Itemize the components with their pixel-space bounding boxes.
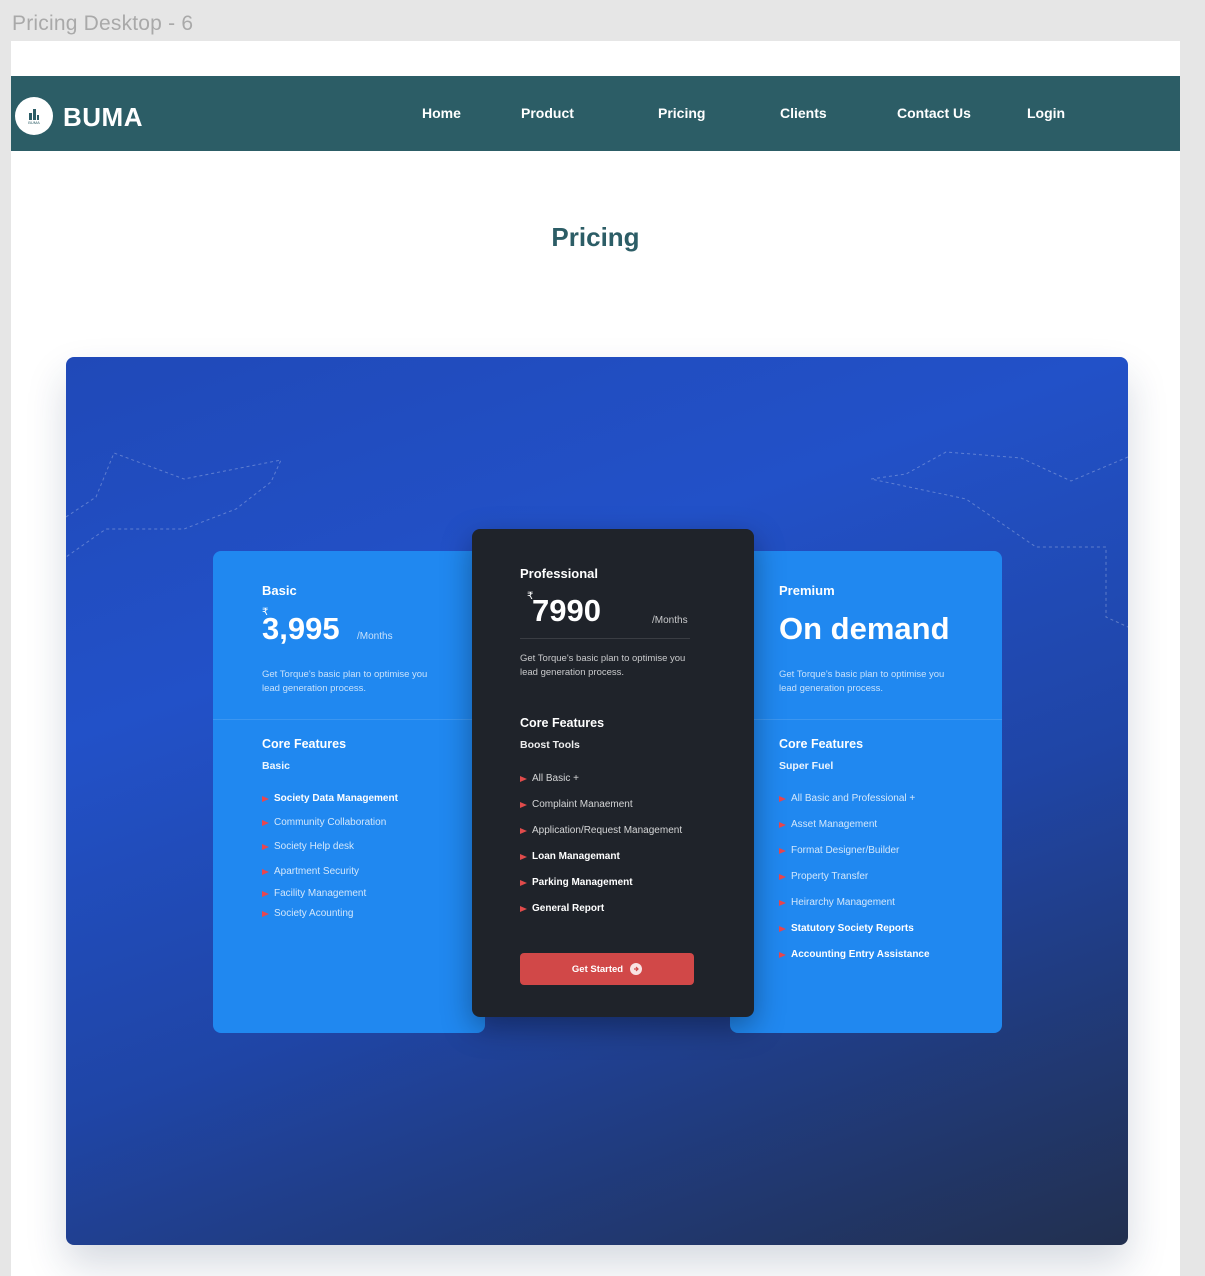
feature-item: All Basic and Professional + [779, 793, 915, 804]
arrow-right-icon [779, 925, 786, 932]
plan-description: Get Torque's basic plan to optimise you … [779, 669, 945, 694]
arrow-right-icon [779, 795, 786, 802]
arrow-right-icon [262, 819, 269, 826]
section-heading: Core Features [262, 737, 347, 751]
feature-item: Parking Management [520, 877, 633, 888]
feature-item: Accounting Entry Assistance [779, 949, 930, 960]
card-divider [730, 719, 1002, 720]
artboard-label: Pricing Desktop - 6 [12, 12, 194, 35]
nav-product[interactable]: Product [521, 105, 574, 121]
nav-login[interactable]: Login [1027, 105, 1065, 121]
artboard: BUMA BUMA Home Product Pricing Clients C… [11, 41, 1180, 1276]
feature-item: Society Help desk [262, 841, 354, 852]
section-heading: Core Features [779, 737, 864, 751]
plan-card-professional: Professional ₹ 7990 /Months Get Torque's… [472, 529, 754, 1017]
pricing-panel: Basic ₹ 3,995 /Months Get Torque's basic… [66, 357, 1128, 1245]
plan-name: Basic [262, 583, 297, 598]
section-subheading: Basic [262, 760, 291, 772]
plan-description: Get Torque's basic plan to optimise you … [520, 653, 686, 678]
feature-item: Complaint Manaement [520, 799, 633, 810]
arrow-right-icon [520, 827, 527, 834]
brand-name[interactable]: BUMA [63, 102, 143, 133]
nav-pricing[interactable]: Pricing [658, 105, 705, 121]
feature-item: Apartment Security [262, 866, 359, 877]
arrow-right-icon [520, 775, 527, 782]
plan-price: 7990 [532, 593, 601, 628]
arrow-right-icon [779, 821, 786, 828]
arrow-right-icon [262, 890, 269, 897]
arrow-right-icon [262, 795, 269, 802]
section-heading: Core Features [520, 716, 605, 730]
plan-name: Premium [779, 583, 835, 598]
feature-item: All Basic + [520, 773, 579, 784]
price-period: /Months [652, 615, 688, 626]
page-title: Pricing [551, 222, 640, 252]
plan-price: 3,995 [262, 611, 340, 646]
arrow-right-icon [779, 951, 786, 958]
arrow-right-icon [779, 873, 786, 880]
feature-item: Heirarchy Management [779, 897, 895, 908]
arrow-right-icon [779, 899, 786, 906]
feature-item: Property Transfer [779, 871, 868, 882]
card-divider [213, 719, 485, 720]
get-started-button[interactable]: Get Started [520, 953, 694, 985]
nav-clients[interactable]: Clients [780, 105, 827, 121]
feature-item: Facility Management [262, 888, 366, 899]
feature-item: Format Designer/Builder [779, 845, 899, 856]
arrow-right-icon [262, 910, 269, 917]
price-divider [520, 638, 690, 639]
plan-card-premium: Premium On demand Get Torque's basic pla… [730, 551, 1002, 1033]
logo[interactable]: BUMA [15, 97, 53, 135]
arrow-right-icon [779, 847, 786, 854]
logo-tiny-text: BUMA [28, 119, 40, 125]
nav-home[interactable]: Home [422, 105, 461, 121]
section-subheading: Boost Tools [520, 739, 580, 751]
arrow-circle-icon [630, 963, 643, 975]
feature-item: Community Collaboration [262, 817, 386, 828]
feature-item: Application/Request Management [520, 825, 682, 836]
plan-price: On demand [779, 611, 950, 646]
arrow-right-icon [520, 853, 527, 860]
get-started-label: Get Started [571, 963, 624, 975]
feature-item: Statutory Society Reports [779, 923, 914, 934]
arrow-right-icon [262, 843, 269, 850]
arrow-right-icon [262, 868, 269, 875]
plan-card-basic: Basic ₹ 3,995 /Months Get Torque's basic… [213, 551, 485, 1033]
arrow-right-icon [520, 905, 527, 912]
feature-item: Asset Management [779, 819, 877, 830]
nav-contact-us[interactable]: Contact Us [897, 105, 971, 121]
price-period: /Months [357, 631, 393, 642]
arrow-right-icon [520, 879, 527, 886]
feature-item: Loan Managemant [520, 851, 620, 862]
navbar: BUMA BUMA Home Product Pricing Clients C… [11, 76, 1180, 151]
arrow-right-icon [520, 801, 527, 808]
feature-item: General Report [520, 903, 604, 914]
plan-name: Professional [520, 566, 599, 581]
logo-building-icon [29, 108, 39, 120]
feature-item: Society Data Management [262, 793, 398, 804]
feature-item: Society Acounting [262, 908, 354, 919]
plan-description: Get Torque's basic plan to optimise you … [262, 669, 428, 694]
section-subheading: Super Fuel [779, 760, 834, 772]
